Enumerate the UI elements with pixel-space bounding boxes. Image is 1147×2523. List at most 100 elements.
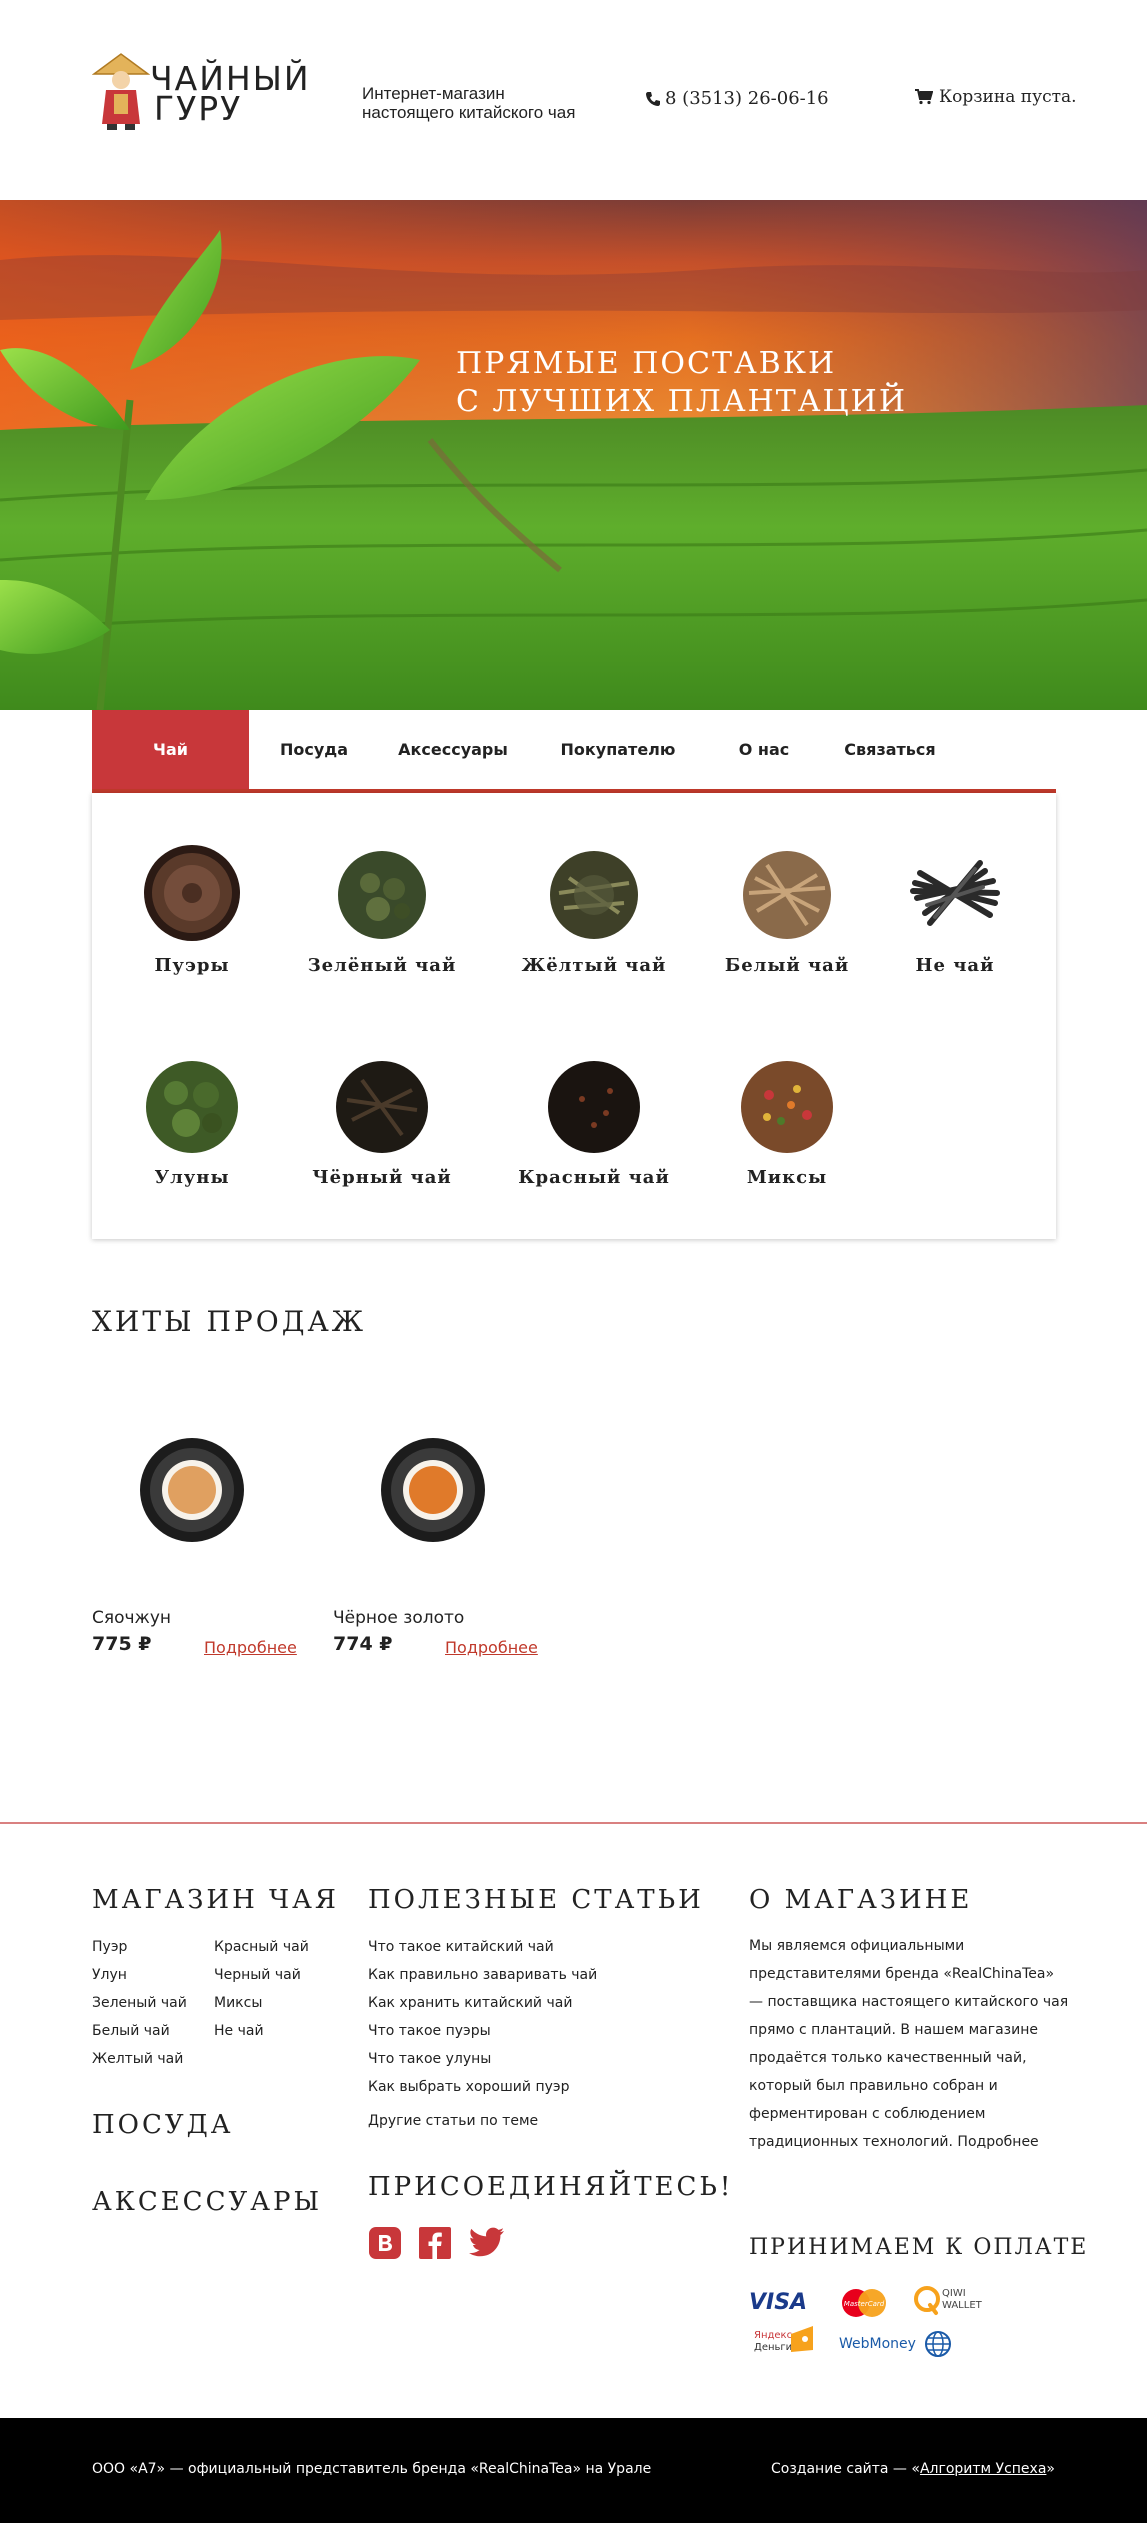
footer-link[interactable]: Миксы xyxy=(214,1989,309,2017)
article-link[interactable]: Что такое китайский чай xyxy=(368,1933,597,1961)
footer-link[interactable]: Улун xyxy=(92,1961,187,1989)
product-more-link[interactable]: Подробнее xyxy=(445,1638,538,1657)
mastercard-logo: MasterCard xyxy=(842,2289,886,2317)
yellow-tea-image xyxy=(550,851,638,939)
footer-link[interactable]: Желтый чай xyxy=(92,2045,187,2073)
yandex-sublabel: Деньги xyxy=(754,2342,793,2353)
product-card[interactable]: Сяочжун 775 ₽ Подробнее xyxy=(92,1400,312,1657)
category-label[interactable]: Не чай xyxy=(855,955,1055,976)
credit-link[interactable]: Алгоритм Успеха xyxy=(920,2461,1046,2477)
footer-payment-title: ПРИНИМАЕМ К ОПЛАТЕ xyxy=(749,2235,1089,2260)
nav-item-dishes[interactable]: Посуда xyxy=(249,710,379,789)
article-link[interactable]: Как хранить китайский чай xyxy=(368,1989,597,2017)
logo-line-2: ГУРУ xyxy=(154,89,243,128)
category-yellow-tea[interactable]: Жёлтый чай xyxy=(494,843,694,976)
hero-title-line-1: ПРЯМЫЕ ПОСТАВКИ xyxy=(456,346,837,381)
product-card[interactable]: Чёрное золото 774 ₽ Подробнее xyxy=(333,1400,553,1657)
yandex-money-logo: Яндекс Деньги xyxy=(754,2330,792,2354)
product-name[interactable]: Чёрное золото xyxy=(333,1608,464,1628)
nav-item-contact[interactable]: Связаться xyxy=(819,710,961,789)
hero-banner: ПРЯМЫЕ ПОСТАВКИ С ЛУЧШИХ ПЛАНТАЦИЙ xyxy=(0,200,1147,710)
article-link[interactable]: Как выбрать хороший пуэр xyxy=(368,2073,597,2101)
category-label[interactable]: Жёлтый чай xyxy=(494,955,694,976)
qiwi-sublabel: WALLET xyxy=(942,2300,982,2311)
webmoney-logo: WebMoney xyxy=(839,2336,916,2352)
nav-item-tea[interactable]: Чай xyxy=(92,710,249,789)
green-tea-image xyxy=(338,851,426,939)
qiwi-logo-icon xyxy=(914,2286,940,2315)
article-link[interactable]: Что такое пуэры xyxy=(368,2017,597,2045)
credit-prefix: Создание сайта — « xyxy=(771,2461,920,2477)
category-label[interactable]: Миксы xyxy=(687,1167,887,1188)
category-mixes[interactable]: Миксы xyxy=(687,1055,887,1188)
hero-title: ПРЯМЫЕ ПОСТАВКИ С ЛУЧШИХ ПЛАНТАЦИЙ xyxy=(456,345,907,421)
site-logo[interactable]: ЧАЙНЫЙ ГУРУ xyxy=(92,52,327,132)
category-label[interactable]: Зелёный чай xyxy=(282,955,482,976)
category-label[interactable]: Красный чай xyxy=(494,1167,694,1188)
article-link[interactable]: Как правильно заваривать чай xyxy=(368,1961,597,1989)
footer-shop-links-col2: Красный чай Черный чай Миксы Не чай xyxy=(214,1933,309,2045)
cart-icon xyxy=(915,89,933,105)
white-tea-image xyxy=(743,851,831,939)
footer-dishes-title[interactable]: ПОСУДА xyxy=(92,2110,234,2140)
facebook-icon[interactable] xyxy=(418,2226,452,2260)
product-image xyxy=(381,1438,485,1542)
yandex-label: Яндекс xyxy=(754,2330,793,2341)
header-cart[interactable]: Корзина пуста. xyxy=(915,87,1077,107)
black-tea-image xyxy=(336,1061,428,1153)
article-link[interactable]: Что такое улуны xyxy=(368,2045,597,2073)
product-more-link[interactable]: Подробнее xyxy=(204,1638,297,1657)
red-tea-image xyxy=(548,1061,640,1153)
nav-item-about[interactable]: О нас xyxy=(709,710,819,789)
mastercard-label: MasterCard xyxy=(844,2300,885,2308)
cart-status[interactable]: Корзина пуста. xyxy=(939,87,1077,107)
not-tea-image xyxy=(910,860,1000,926)
footer-shop-title[interactable]: МАГАЗИН ЧАЯ xyxy=(92,1885,339,1915)
category-red-tea[interactable]: Красный чай xyxy=(494,1055,694,1188)
footer-link[interactable]: Не чай xyxy=(214,2017,309,2045)
qiwi-label: QIWI xyxy=(942,2288,966,2299)
tea-plantation-image xyxy=(0,200,1147,710)
oolong-tea-image xyxy=(146,1061,238,1153)
category-oolong[interactable]: Улуны xyxy=(92,1055,292,1188)
category-label[interactable]: Пуэры xyxy=(92,955,292,976)
vk-icon[interactable] xyxy=(368,2226,402,2260)
footer-link[interactable]: Зеленый чай xyxy=(92,1989,187,2017)
nav-item-accessories[interactable]: Аксессуары xyxy=(379,710,527,789)
site-header: ЧАЙНЫЙ ГУРУ Интернет-магазин настоящего … xyxy=(0,0,1147,200)
category-puer[interactable]: Пуэры xyxy=(92,843,292,976)
other-articles-link[interactable]: Другие статьи по теме xyxy=(368,2107,597,2135)
category-green-tea[interactable]: Зелёный чай xyxy=(282,843,482,976)
site-credit: Создание сайта — «Алгоритм Успеха» xyxy=(771,2461,1055,2477)
phone-number[interactable]: 8 (3513) 26-06-16 xyxy=(665,88,829,109)
tagline-line-2: настоящего китайского чая xyxy=(362,103,576,122)
logo-wordmark: ЧАЙНЫЙ ГУРУ xyxy=(150,62,311,128)
footer-about-text: Мы являемся официальными представителями… xyxy=(749,1938,1069,2150)
main-navigation: Чай Посуда Аксессуары Покупателю О нас С… xyxy=(92,710,1056,793)
site-tagline: Интернет-магазин настоящего китайского ч… xyxy=(362,84,575,122)
footer-link[interactable]: Пуэр xyxy=(92,1933,187,1961)
product-price: 775 ₽ xyxy=(92,1633,152,1655)
category-label[interactable]: Чёрный чай xyxy=(282,1167,482,1188)
footer-link[interactable]: Черный чай xyxy=(214,1961,309,1989)
product-image xyxy=(140,1438,244,1542)
footer-about-title: О МАГАЗИНЕ xyxy=(749,1885,973,1915)
tagline-line-1: Интернет-магазин xyxy=(362,84,505,103)
footer-shop-links-col1: Пуэр Улун Зеленый чай Белый чай Желтый ч… xyxy=(92,1933,187,2073)
footer-link[interactable]: Белый чай xyxy=(92,2017,187,2045)
bestsellers-title: ХИТЫ ПРОДАЖ xyxy=(92,1305,367,1338)
webmoney-globe-icon xyxy=(925,2331,951,2357)
category-black-tea[interactable]: Чёрный чай xyxy=(282,1055,482,1188)
category-label[interactable]: Улуны xyxy=(92,1167,292,1188)
nav-item-customers[interactable]: Покупателю xyxy=(527,710,709,789)
category-not-tea[interactable]: Не чай xyxy=(855,843,1055,976)
header-phone[interactable]: 8 (3513) 26-06-16 xyxy=(645,88,829,109)
tea-catalog: Пуэры Зелёный чай Жёлтый чай Белый чай Н… xyxy=(92,793,1056,1239)
qiwi-logo: QIWI WALLET xyxy=(942,2288,982,2312)
yandex-wallet-icon xyxy=(791,2326,813,2352)
phone-icon xyxy=(646,91,660,106)
twitter-icon[interactable] xyxy=(468,2226,506,2260)
footer-accessories-title[interactable]: АКСЕССУАРЫ xyxy=(92,2187,322,2217)
product-name[interactable]: Сяочжун xyxy=(92,1608,171,1628)
footer-link[interactable]: Красный чай xyxy=(214,1933,309,1961)
